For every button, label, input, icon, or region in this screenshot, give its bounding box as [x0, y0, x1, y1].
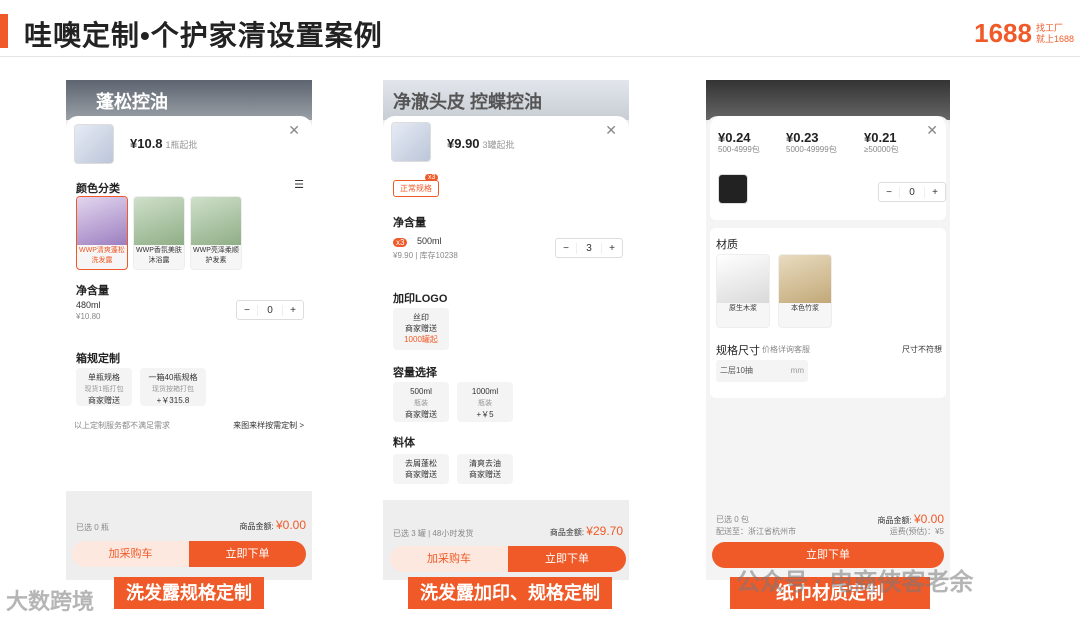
buy-now-button[interactable]: 立即下单 [508, 546, 626, 572]
formula-label: 料体 [393, 437, 415, 449]
product-header-image [706, 80, 950, 120]
add-to-cart-button[interactable]: 加采购车 [390, 546, 508, 572]
title-accent-bar [0, 14, 8, 48]
tier-range-1: 500-4999包 [718, 145, 760, 154]
tier-range-2: 5000-49999包 [786, 145, 837, 154]
quantity-value: 3 [576, 242, 602, 254]
close-icon[interactable]: ✕ [605, 122, 617, 139]
net-size: 500ml [417, 236, 442, 246]
spec-badge: x3 [425, 174, 439, 181]
freight: 运费(预估)：¥5 [889, 527, 944, 536]
selected-count: 已选 0 包 [716, 515, 749, 524]
watermark-left: 大数跨境 [6, 589, 95, 614]
size-link[interactable]: 尺寸不符想 [902, 344, 942, 355]
unit-price: ¥10.8 1瓶起批 [130, 136, 198, 151]
plus-icon: + [609, 242, 615, 254]
title-divider [0, 56, 1080, 57]
size-label: 规格尺寸 [716, 345, 760, 357]
material-bamboo-pulp[interactable]: 本色竹浆 [778, 254, 832, 328]
minus-icon: − [886, 186, 892, 198]
unit-price: ¥9.90 3罐起批 [447, 136, 515, 151]
header-title: 净澈头皮 控蝶控油 [393, 92, 543, 112]
net-size: 480ml [76, 300, 101, 310]
sku-sheet: ✕ ¥0.24 500-4999包 ¥0.23 5000-49999包 ¥0.2… [706, 116, 950, 580]
capacity-500[interactable]: 500ml 瓶装 商家赠送 [393, 382, 449, 422]
logo-print-label: 加印LOGO [393, 293, 448, 305]
tier-price-3: ¥0.21 [864, 130, 897, 145]
quantity-stepper[interactable]: −3 + [555, 238, 623, 258]
product-thumbnail [74, 124, 114, 164]
phone-screenshot-2: 净澈头皮 控蝶控油 ✕ ¥9.90 3罐起批 正常规格 x3 净含量 x3 500… [383, 80, 629, 580]
quantity-value: 0 [257, 304, 283, 316]
capacity-1000[interactable]: 1000ml 瓶装 +￥5 [457, 382, 513, 422]
add-to-cart-button[interactable]: 加采购车 [72, 541, 189, 567]
box-label: 箱规定制 [76, 353, 120, 365]
brand-logo: 1688 找工厂 就上1688 [974, 18, 1074, 49]
capacity-label: 容量选择 [393, 367, 437, 379]
product-thumbnail [718, 174, 748, 204]
logo-option-silkscreen[interactable]: 丝印 商家赠送 1000罐起 [393, 308, 449, 350]
net-price: ¥10.80 [76, 312, 101, 321]
slide-title: 哇噢定制•个护家清设置案例 [24, 20, 383, 51]
box-option-single[interactable]: 单瓶规格 现货1瓶打包 商家赠送 [76, 368, 132, 406]
plus-icon: + [290, 304, 296, 316]
tier-range-3: ≥50000包 [864, 145, 899, 154]
tier-price-2: ¥0.23 [786, 130, 819, 145]
color-label: 颜色分类 [76, 183, 120, 195]
net-content-label: 净含量 [393, 217, 426, 229]
material-wood-pulp[interactable]: 原生木浆 [716, 254, 770, 328]
total-amount: 商品金额: ¥0.00 [239, 518, 307, 532]
selected-count: 已选 3 罐 | 48小时发货 [393, 529, 474, 538]
header-title: 蓬松控油 [96, 92, 168, 112]
size-input[interactable]: 二层10抽 mm [716, 360, 808, 382]
custom-note: 以上定制服务都不满足需求 [74, 421, 170, 430]
size-hint: 价格详询客服 [762, 345, 810, 354]
formula-oil-control[interactable]: 清爽去油 商家赠送 [457, 454, 513, 484]
quantity-stepper[interactable]: −0 + [878, 182, 946, 202]
phone-screenshot-3: ✕ ¥0.24 500-4999包 ¥0.23 5000-49999包 ¥0.2… [706, 80, 950, 580]
swatch-bodywash[interactable]: WWP香氛美肤沐浴露 [133, 196, 185, 270]
watermark-right: 公众号 · 电商侠客老余 [736, 569, 974, 596]
minus-icon: − [563, 242, 569, 254]
caption-1: 洗发露规格定制 [114, 577, 264, 609]
total-amount: 商品金额: ¥0.00 [877, 512, 945, 526]
phone-screenshot-1: 蓬松控油 ✕ ¥10.8 1瓶起批 颜色分类 ☰ WWP清爽蓬松洗发露 WWP香氛… [66, 80, 312, 580]
net-price: ¥9.90 | 库存10238 [393, 251, 458, 260]
list-view-icon[interactable]: ☰ [294, 178, 304, 191]
close-icon[interactable]: ✕ [288, 122, 300, 139]
spec-tag[interactable]: 正常规格 [393, 180, 439, 197]
total-amount: 商品金额: ¥29.70 [549, 524, 623, 538]
net-content-label: 净含量 [76, 285, 109, 297]
logo-number: 1688 [974, 18, 1032, 48]
custom-link[interactable]: 来图来样按需定制 > [233, 420, 304, 431]
sku-sheet: ✕ ¥10.8 1瓶起批 颜色分类 ☰ WWP清爽蓬松洗发露 WWP香氛美肤沐浴露… [66, 116, 312, 580]
minus-icon: − [244, 304, 250, 316]
swatch-conditioner[interactable]: WWP亮泽柔顺护发素 [190, 196, 242, 270]
caption-2: 洗发露加印、规格定制 [408, 577, 612, 609]
product-thumbnail [391, 122, 431, 162]
slide: 哇噢定制•个护家清设置案例 1688 找工厂 就上1688 蓬松控油 ✕ ¥10.… [0, 0, 1080, 618]
plus-icon: + [932, 186, 938, 198]
logo-subtitle: 找工厂 就上1688 [1035, 22, 1074, 44]
close-icon[interactable]: ✕ [926, 122, 938, 139]
box-option-case[interactable]: 一箱40瓶规格 现货按箱打包 +￥315.8 [140, 368, 206, 406]
tier-price-1: ¥0.24 [718, 130, 751, 145]
product-header-image: 蓬松控油 [66, 80, 312, 120]
quantity-stepper[interactable]: −0 + [236, 300, 304, 320]
formula-dandruff[interactable]: 去屑蓬松 商家赠送 [393, 454, 449, 484]
ship-to[interactable]: 配送至：浙江省杭州市 [716, 526, 796, 537]
quantity-value: 0 [899, 186, 925, 198]
material-label: 材质 [716, 239, 738, 251]
swatch-shampoo[interactable]: WWP清爽蓬松洗发露 [76, 196, 128, 270]
selected-count: 已选 0 瓶 [76, 523, 109, 532]
net-badge: x3 [393, 238, 408, 247]
sku-sheet: ✕ ¥9.90 3罐起批 正常规格 x3 净含量 x3 500ml ¥9.90 |… [383, 116, 629, 580]
product-header-image: 净澈头皮 控蝶控油 [383, 80, 629, 120]
buy-now-button[interactable]: 立即下单 [189, 541, 306, 567]
